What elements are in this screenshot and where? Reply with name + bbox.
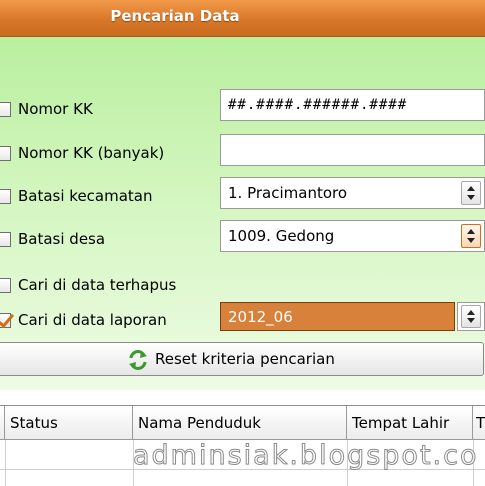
column-header-tempat-lahir[interactable]: Tempat Lahir bbox=[347, 406, 473, 439]
desa-combobox[interactable]: 1009. Gedong bbox=[220, 220, 485, 252]
spin-up-icon bbox=[467, 186, 475, 191]
batasi-kecamatan-row: Batasi kecamatan bbox=[0, 184, 220, 210]
watermark-text: adminsiak.blogspot.co bbox=[133, 440, 479, 472]
grid-line bbox=[5, 440, 6, 486]
desa-value: 1009. Gedong bbox=[228, 227, 335, 245]
cari-laporan-row: Cari di data laporan bbox=[0, 308, 220, 334]
spin-up-icon bbox=[467, 229, 475, 234]
column-header-t[interactable]: T bbox=[473, 406, 485, 439]
batasi-kecamatan-label: Batasi kecamatan bbox=[18, 187, 153, 205]
laporan-spinner[interactable] bbox=[461, 305, 481, 328]
spin-down-icon bbox=[467, 195, 475, 200]
spin-up-icon bbox=[467, 310, 475, 315]
batasi-desa-row: Batasi desa bbox=[0, 227, 220, 253]
column-header-nama-penduduk[interactable]: Nama Penduduk bbox=[133, 406, 347, 439]
batasi-kecamatan-checkbox[interactable] bbox=[0, 189, 11, 204]
nomor-kk-banyak-label: Nomor KK (banyak) bbox=[18, 144, 165, 162]
laporan-value: 2012_06 bbox=[228, 308, 293, 326]
nomor-kk-input[interactable]: ##.####.######.#### bbox=[220, 89, 485, 121]
cari-terhapus-label: Cari di data terhapus bbox=[18, 276, 177, 294]
nomor-kk-banyak-row: Nomor KK (banyak) bbox=[0, 141, 220, 167]
title-bar: Pencarian Data bbox=[0, 0, 485, 37]
window-title: Pencarian Data bbox=[110, 7, 240, 25]
cari-laporan-label: Cari di data laporan bbox=[18, 311, 167, 329]
search-criteria-panel: Nomor KK ##.####.######.#### Nomor KK (b… bbox=[0, 37, 485, 390]
column-header-status[interactable]: Status bbox=[5, 406, 133, 439]
refresh-icon bbox=[129, 350, 147, 370]
reset-button-label: Reset kriteria pencarian bbox=[155, 350, 335, 368]
spin-down-icon bbox=[467, 318, 475, 323]
nomor-kk-checkbox[interactable] bbox=[0, 102, 11, 117]
table-header: Status Nama Penduduk Tempat Lahir T bbox=[0, 406, 485, 440]
cari-terhapus-row: Cari di data terhapus bbox=[0, 273, 220, 299]
kecamatan-value: 1. Pracimantoro bbox=[228, 184, 348, 202]
nomor-kk-value: ##.####.######.#### bbox=[228, 97, 408, 113]
laporan-spinner-box[interactable] bbox=[457, 302, 485, 331]
kecamatan-spinner[interactable] bbox=[461, 181, 481, 205]
spin-down-icon bbox=[467, 238, 475, 243]
desa-spinner[interactable] bbox=[461, 224, 481, 248]
batasi-desa-checkbox[interactable] bbox=[0, 232, 11, 247]
nomor-kk-label: Nomor KK bbox=[18, 100, 93, 118]
kecamatan-combobox[interactable]: 1. Pracimantoro bbox=[220, 177, 485, 209]
cari-terhapus-checkbox[interactable] bbox=[0, 278, 11, 293]
nomor-kk-banyak-input[interactable] bbox=[220, 134, 485, 166]
reset-criteria-button[interactable]: Reset kriteria pencarian bbox=[0, 342, 484, 376]
cari-laporan-checkbox[interactable] bbox=[0, 313, 11, 328]
nomor-kk-banyak-checkbox[interactable] bbox=[0, 146, 11, 161]
laporan-combobox[interactable]: 2012_06 bbox=[220, 302, 455, 331]
batasi-desa-label: Batasi desa bbox=[18, 230, 106, 248]
